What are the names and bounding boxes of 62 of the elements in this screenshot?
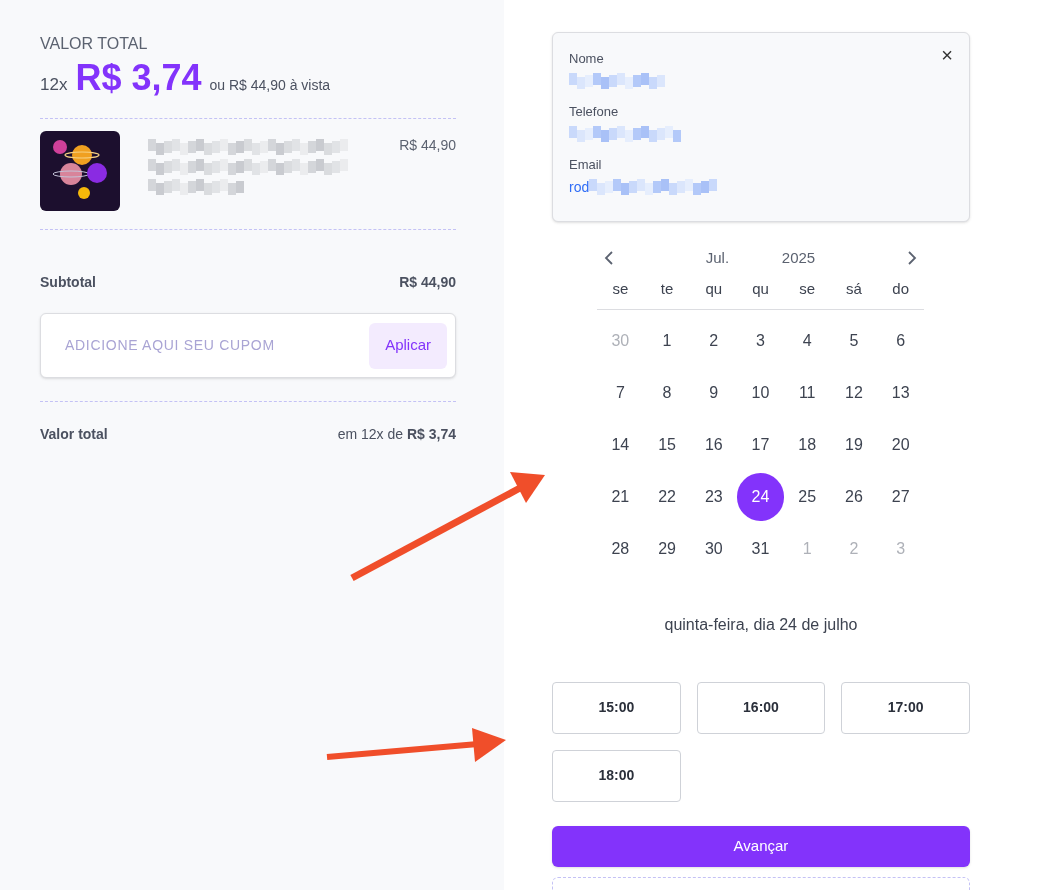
calendar-day[interactable]: 3 [737,316,784,365]
calendar-day[interactable]: 31 [737,524,784,573]
calendar-day[interactable]: 25 [783,472,831,521]
time-slot-button[interactable]: 16:00 [696,681,826,734]
calendar-day[interactable]: 21 [597,472,644,521]
calendar-day[interactable]: 11 [783,368,831,417]
next-button[interactable]: Avançar [552,825,970,867]
weekday-label: qu [704,279,724,299]
year-label[interactable]: 2025 [781,246,816,270]
total-value: em 12x de R$ 3,74 [337,425,456,444]
calendar-day[interactable]: 30 [690,524,738,573]
calendar-day[interactable]: 22 [643,472,691,521]
subtotal-value: R$ 44,90 [399,273,456,292]
calendar-day[interactable]: 18 [783,420,831,469]
cash-price: ou R$ 44,90 à vista [209,76,331,95]
field-label: Telefone [569,104,619,120]
weekday-label: do [891,279,910,299]
calendar-day[interactable]: 28 [597,524,644,573]
field-value: rod [569,177,590,197]
apply-button[interactable]: Aplicar [369,322,447,369]
calendar-day[interactable]: 16 [690,420,738,469]
close-button[interactable]: × [941,43,953,67]
calendar-day[interactable]: 23 [690,472,738,521]
calendar-day[interactable]: 7 [597,368,644,417]
calendar-day[interactable]: 9 [690,368,738,417]
time-slot-button[interactable]: 18:00 [552,749,681,802]
weekday-label: qu [751,279,770,299]
calendar-day[interactable]: 12 [830,368,878,417]
total-heading: VALOR TOTAL [40,34,149,54]
coupon-field[interactable]: ADICIONE AQUI SEU CUPOM Aplicar [40,313,456,378]
selected-date: quinta-feira, dia 24 de julho [663,614,859,635]
product-price: R$ 44,90 [399,136,456,155]
weekday-label: se [798,279,817,299]
calendar-day[interactable]: 15 [643,420,691,469]
weekday-label: te [659,279,675,299]
calendar-day[interactable]: 19 [830,420,878,469]
installment-count: 12x [40,74,68,96]
calendar-day[interactable]: 8 [643,368,691,417]
time-slot-button[interactable]: 17:00 [841,681,970,734]
field-label: Email [569,157,602,173]
weekday-label: sá [845,279,863,299]
calendar-day[interactable]: 17 [737,420,784,469]
calendar-day[interactable]: 4 [783,316,831,365]
time-slot-button[interactable]: 15:00 [552,681,681,734]
weekday-label: se [611,279,630,299]
calendar-day[interactable]: 20 [877,420,924,469]
calendar-day[interactable]: 10 [737,368,784,417]
calendar-day[interactable]: 6 [877,316,924,365]
calendar-day[interactable]: 29 [643,524,691,573]
calendar-day[interactable]: 1 [643,316,691,365]
calendar-day[interactable]: 13 [877,368,924,417]
calendar-day[interactable]: 26 [830,472,878,521]
month-label[interactable]: Jul. [705,246,730,270]
calendar-day[interactable]: 2 [690,316,738,365]
field-label: Nome [569,51,604,67]
calendar-day[interactable]: 5 [830,316,878,365]
installment-price: R$ 3,74 [75,58,202,98]
calendar-day[interactable]: 27 [877,472,924,521]
total-label: Valor total [40,425,108,444]
subtotal-label: Subtotal [40,273,96,292]
calendar-day[interactable]: 24 [737,472,784,521]
calendar-day[interactable]: 14 [597,420,644,469]
